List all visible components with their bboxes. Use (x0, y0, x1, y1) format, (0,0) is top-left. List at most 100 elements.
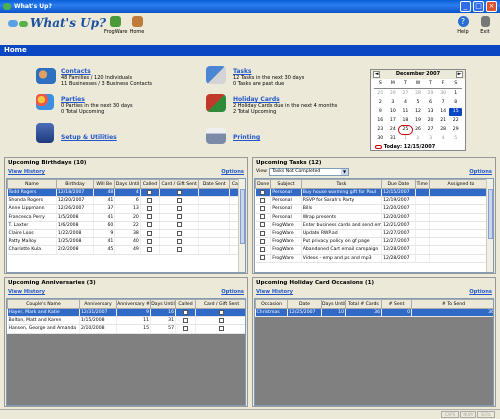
card-gift-sent-checkbox[interactable] (219, 317, 224, 323)
column-header[interactable]: Card / Gift Sent (195, 299, 245, 309)
calendar-day[interactable]: 19 (412, 117, 425, 125)
table-row[interactable]: Hayer, Mark and Katie 12/31/2007 9 16 (7, 308, 245, 318)
done-checkbox[interactable] (260, 214, 266, 220)
calendar-day[interactable]: 28 (412, 90, 425, 98)
calendar-day[interactable]: 3 (387, 99, 400, 107)
column-header[interactable]: Done (255, 179, 272, 189)
close-button[interactable]: × (486, 1, 497, 12)
table-row[interactable]: Personal Wrap presents 12/20/2007 (255, 213, 493, 222)
calendar-day[interactable]: 13 (424, 108, 437, 116)
birthdays-grid[interactable]: Name Birthday Will Be Days Until Called Card … (6, 178, 246, 273)
column-header[interactable]: Name (7, 179, 57, 189)
column-header[interactable]: Birthday (55, 179, 95, 189)
calendar-day[interactable]: 14 (437, 108, 450, 116)
column-header[interactable]: Will Be (93, 179, 116, 189)
column-header[interactable]: Due Date (381, 179, 416, 189)
calendar-day[interactable]: 24 (387, 126, 400, 134)
card-gift-sent-checkbox[interactable] (176, 214, 182, 220)
home-button[interactable]: Home (128, 16, 146, 35)
exit-button[interactable]: Exit (478, 16, 492, 35)
column-header[interactable]: Couple's Name (7, 299, 80, 309)
maximize-button[interactable]: □ (473, 1, 484, 12)
table-row[interactable]: FrogWare Put privacy policy on gf page 12/… (255, 237, 493, 247)
calendar-day[interactable]: 17 (387, 117, 400, 125)
done-checkbox[interactable] (260, 230, 266, 236)
table-row[interactable]: Personal RSVP for Sarah's Party 12/19/2007 (255, 196, 493, 206)
calendar-day[interactable]: 20 (424, 117, 437, 125)
called-checkbox[interactable] (147, 238, 153, 244)
called-checkbox[interactable] (147, 189, 153, 195)
holiday-view-history-link[interactable]: View History (256, 289, 293, 295)
table-row[interactable]: Personal Bills 12/20/2007 (255, 204, 493, 214)
table-row[interactable]: FrogWare Abandoned Cart email campaign 12/… (255, 245, 493, 255)
called-checkbox[interactable] (147, 246, 153, 252)
table-row[interactable]: Shonda Rogers 12/20/2007 41 6 (7, 196, 245, 206)
calendar-day[interactable]: 23 (374, 126, 387, 134)
column-header[interactable]: Days Until (114, 179, 141, 189)
calendar-day[interactable]: 16 (374, 117, 387, 125)
calendar-day[interactable]: 31 (387, 135, 400, 143)
table-row[interactable]: FrogWare Update RWP.ad 12/27/2007 (255, 229, 493, 239)
tasks-link[interactable]: Tasks (233, 68, 304, 75)
table-row[interactable]: Christmas 12/25/2007 10 36 0 36 (255, 308, 493, 318)
minimize-button[interactable]: _ (460, 1, 471, 12)
card-gift-sent-checkbox[interactable] (176, 246, 182, 252)
calendar-day[interactable]: 27 (399, 90, 412, 98)
card-gift-sent-checkbox[interactable] (176, 238, 182, 244)
done-checkbox[interactable] (260, 246, 266, 252)
calendar-day[interactable]: 3 (424, 135, 437, 143)
done-checkbox[interactable] (260, 205, 266, 211)
table-row[interactable]: Hansen, George and Amanda 2/10/2008 15 57 (7, 324, 245, 334)
calendar-day[interactable]: 21 (437, 117, 450, 125)
calendar-day[interactable]: 9 (374, 108, 387, 116)
calendar-next-button[interactable]: ► (456, 71, 463, 78)
calendar-day[interactable]: 26 (412, 126, 425, 134)
contacts-link[interactable]: Contacts (61, 68, 152, 75)
anniversaries-view-history-link[interactable]: View History (8, 289, 45, 295)
calendar-day[interactable]: 15 (449, 108, 462, 116)
holiday-options-link[interactable]: Options (469, 289, 492, 295)
calendar-day[interactable]: 30 (437, 90, 450, 98)
column-header[interactable]: Anniversary # (116, 299, 151, 309)
scroll-thumb[interactable] (240, 189, 245, 244)
calendar-day[interactable]: 30 (374, 135, 387, 143)
calendar-day[interactable]: 26 (387, 90, 400, 98)
column-header[interactable]: Anniversary (79, 299, 117, 309)
calendar-prev-button[interactable]: ◄ (373, 71, 380, 78)
table-row[interactable]: Anne Lippmann 12/26/2007 37 13 (7, 204, 245, 214)
called-checkbox[interactable] (147, 230, 153, 236)
help-button[interactable]: ? Help (456, 16, 470, 35)
table-row[interactable]: Claire Loos 1/22/2008 9 38 (7, 229, 245, 239)
column-header[interactable]: # Sent (381, 299, 412, 309)
calendar-day[interactable]: 29 (424, 90, 437, 98)
called-checkbox[interactable] (183, 317, 188, 323)
table-row[interactable]: Francesca Perry 1/5/2008 41 20 (7, 213, 245, 222)
column-header[interactable]: Occasion (255, 299, 288, 309)
done-checkbox[interactable] (260, 197, 266, 203)
column-header[interactable]: # To Send (411, 299, 493, 309)
calendar-day[interactable]: 1 (399, 135, 412, 143)
column-header[interactable]: Date (287, 299, 322, 309)
calendar-day[interactable]: 10 (387, 108, 400, 116)
calendar-day[interactable]: 27 (424, 126, 437, 134)
column-header[interactable]: Called (175, 299, 196, 309)
calendar-day[interactable]: 6 (424, 99, 437, 107)
calendar-day[interactable]: 11 (399, 108, 412, 116)
calendar-day[interactable]: 12 (412, 108, 425, 116)
card-gift-sent-checkbox[interactable] (176, 205, 182, 211)
table-row[interactable]: T. Laxter 1/6/2008 60 22 (7, 221, 245, 230)
calendar-day[interactable]: 2 (412, 135, 425, 143)
table-row[interactable]: FrogWare Videos - emp and ps and mp3 12/28… (255, 254, 493, 263)
column-header[interactable]: Days Until (150, 299, 176, 309)
column-header[interactable]: Card / Gift Sent (158, 179, 200, 189)
calendar-day[interactable]: 18 (399, 117, 412, 125)
called-checkbox[interactable] (147, 222, 153, 228)
calendar-day[interactable]: 25 (398, 125, 413, 135)
calendar-day[interactable]: 5 (412, 99, 425, 107)
birthdays-view-history-link[interactable]: View History (8, 169, 45, 175)
table-row[interactable]: Patty Malloy 1/25/2008 41 40 (7, 237, 245, 247)
table-row[interactable]: Personal Buy house warming gift for Paul 1… (255, 188, 493, 198)
called-checkbox[interactable] (147, 205, 153, 211)
done-checkbox[interactable] (260, 222, 266, 228)
done-checkbox[interactable] (260, 238, 266, 244)
